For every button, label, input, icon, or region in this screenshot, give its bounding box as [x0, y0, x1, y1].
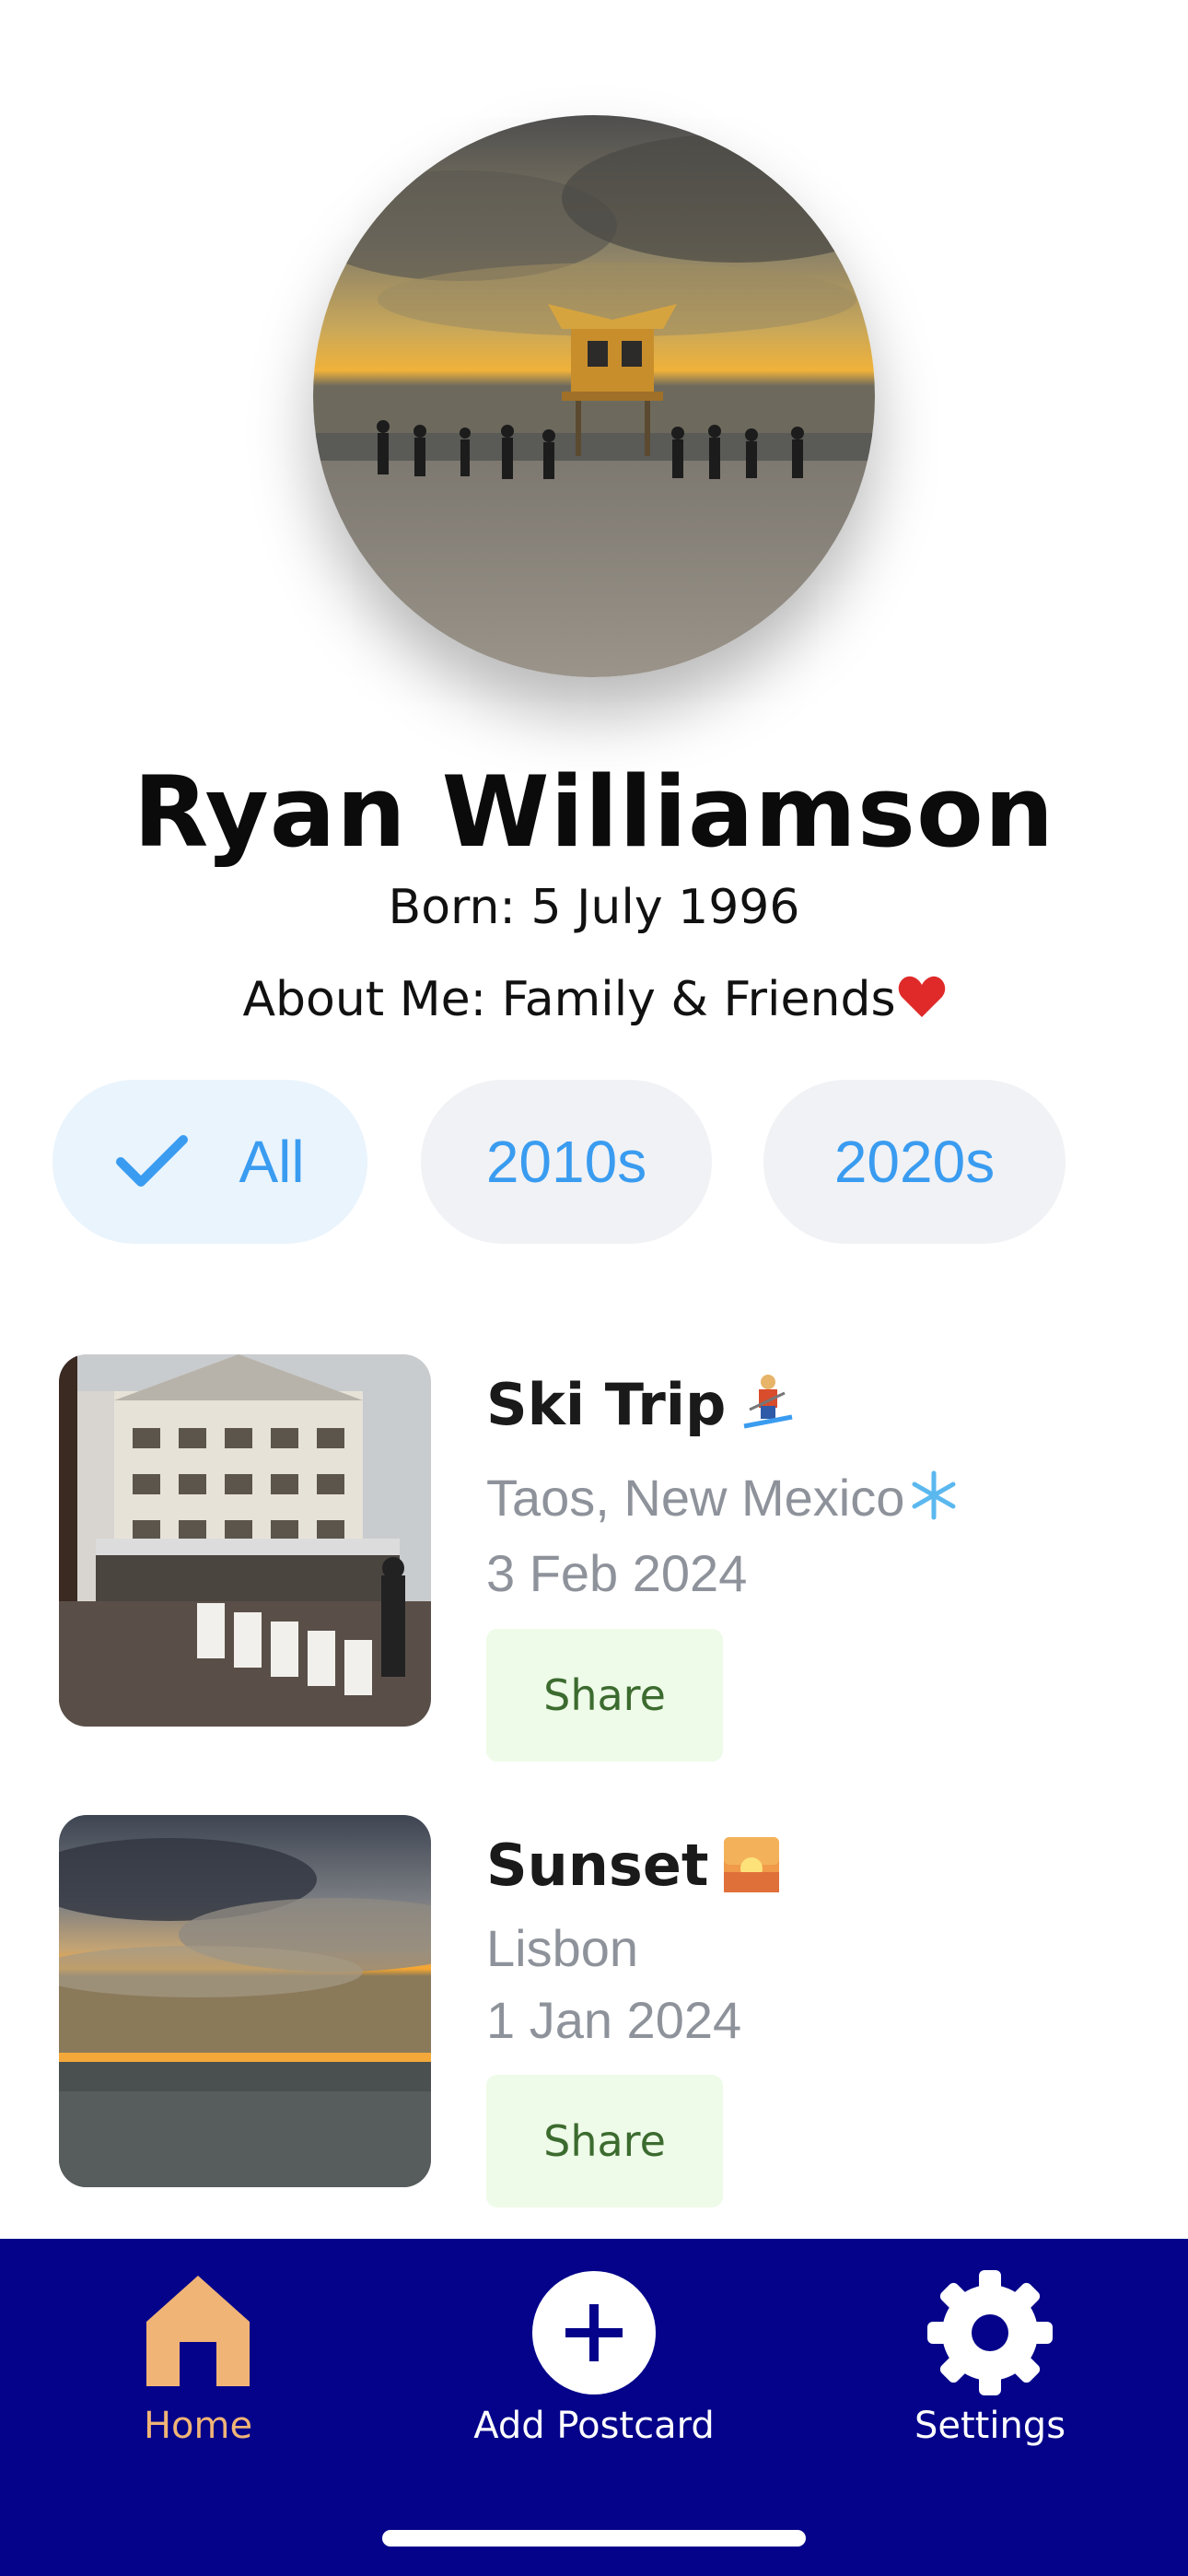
- share-button[interactable]: Share: [486, 1629, 723, 1762]
- filter-chip-label: All: [239, 1129, 305, 1195]
- bottom-navigation: Home Add Postcard Settings: [0, 2239, 1188, 2576]
- skier-icon: [743, 1375, 793, 1429]
- nav-label: Home: [143, 2405, 253, 2447]
- checkmark-icon: [116, 1135, 189, 1187]
- postcard-location: Lisbon: [486, 1918, 638, 1978]
- nav-home[interactable]: Home: [0, 2239, 396, 2469]
- filter-chip-2010s[interactable]: 2010s: [421, 1080, 712, 1244]
- nav-settings[interactable]: Settings: [792, 2239, 1188, 2469]
- postcard-title: Ski Trip: [486, 1371, 796, 1438]
- ski-lodge-photo: [59, 1354, 431, 1727]
- postcard-date: 1 Jan 2024: [486, 1991, 742, 2049]
- postcard-date: 3 Feb 2024: [486, 1544, 748, 1602]
- share-button[interactable]: Share: [486, 2075, 723, 2207]
- gear-icon: [927, 2270, 1053, 2395]
- snowflake-icon: [912, 1470, 956, 1520]
- postcard-title-text: Sunset: [486, 1832, 709, 1899]
- profile-name: Ryan Williamson: [133, 755, 1055, 869]
- filter-chip-all[interactable]: All: [52, 1080, 367, 1244]
- about-me: About Me: Family & Friends: [0, 972, 1188, 1027]
- postcard-title: Sunset: [486, 1832, 779, 1899]
- ocean-sunset-photo: [59, 1815, 431, 2187]
- postcard-title-text: Ski Trip: [486, 1371, 727, 1438]
- home-indicator[interactable]: [382, 2530, 806, 2547]
- filter-chip-label: 2020s: [833, 1129, 996, 1195]
- sunset-icon: [723, 1837, 779, 1892]
- nav-label: Add Postcard: [473, 2405, 715, 2447]
- postcard-location-text: Lisbon: [486, 1919, 639, 1977]
- profile-avatar[interactable]: [313, 115, 875, 677]
- postcard-location-text: Taos, New Mexico: [486, 1469, 905, 1527]
- home-icon: [146, 2276, 250, 2386]
- birth-date: Born: 5 July 1996: [388, 880, 800, 935]
- postcard-location: Taos, New Mexico: [486, 1468, 960, 1528]
- plus-circle-icon: [532, 2271, 656, 2395]
- beach-yoga-photo: [313, 115, 875, 677]
- nav-label: Settings: [914, 2405, 1066, 2447]
- filter-chip-label: 2010s: [485, 1129, 647, 1195]
- filter-chip-2020s[interactable]: 2020s: [763, 1080, 1066, 1244]
- postcard-photo-ski-trip[interactable]: [59, 1354, 431, 1727]
- postcard-photo-sunset[interactable]: [59, 1815, 431, 2187]
- about-me-text: About Me: Family & Friends: [242, 972, 896, 1027]
- nav-add-postcard[interactable]: Add Postcard: [396, 2239, 792, 2469]
- heart-icon: [898, 976, 945, 1017]
